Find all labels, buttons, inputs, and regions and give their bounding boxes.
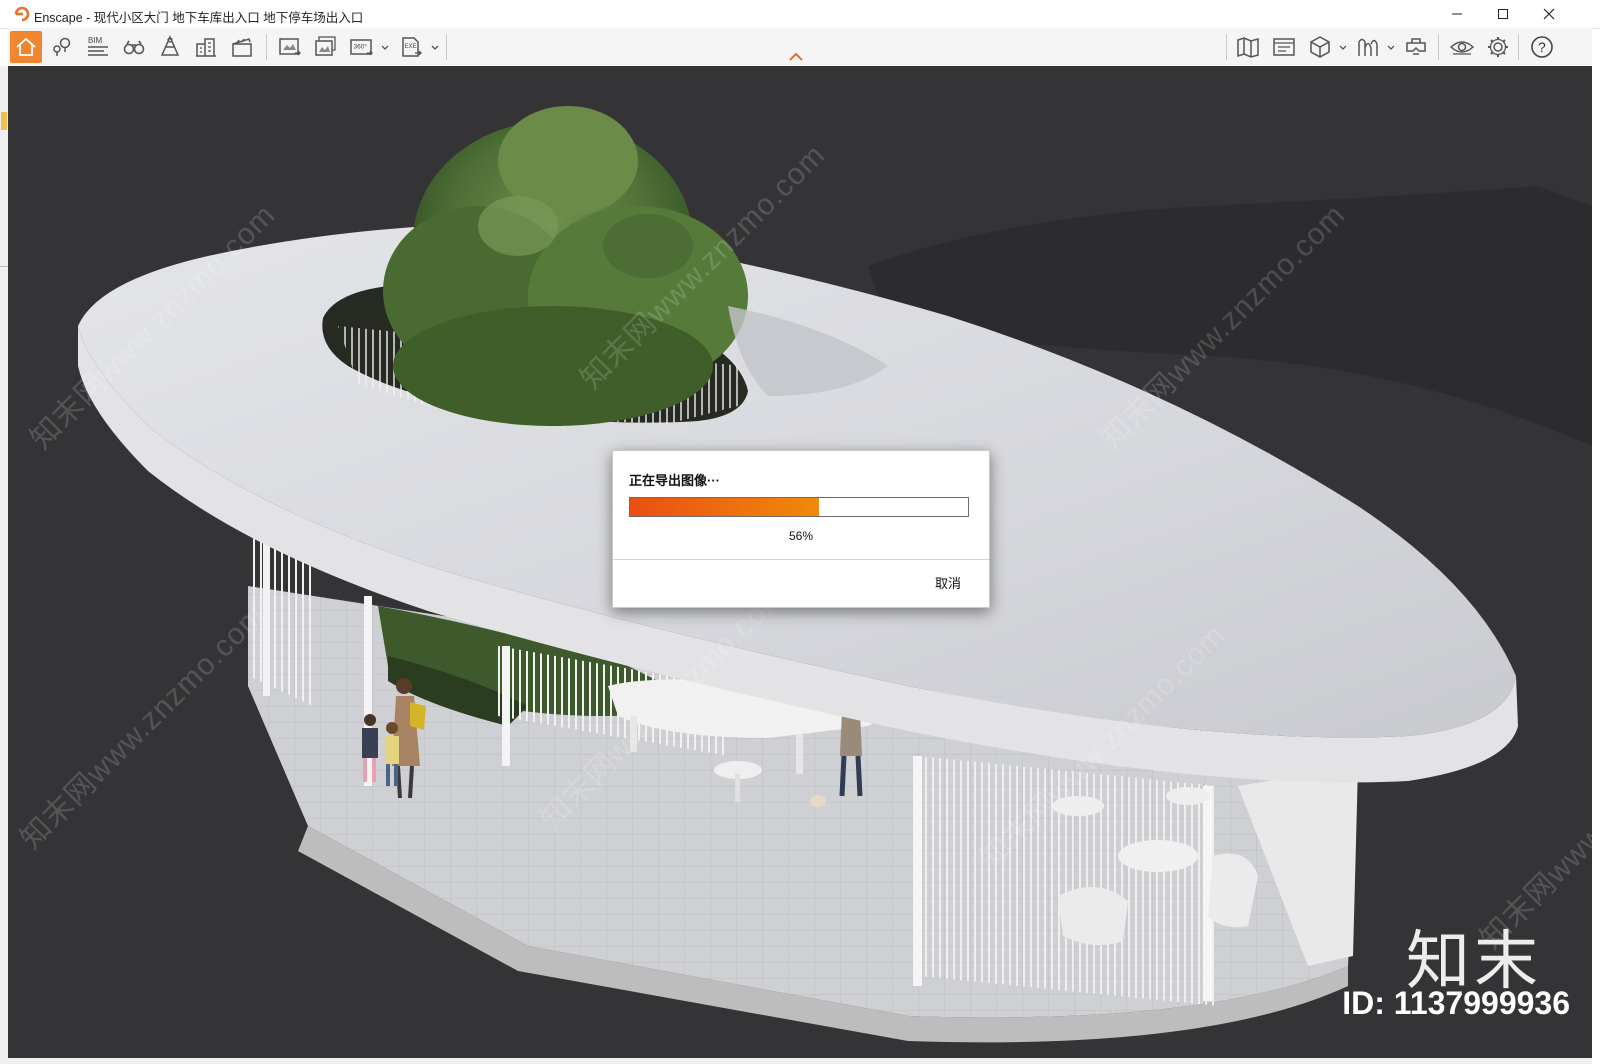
path-walk-dropdown-icon[interactable] (1386, 40, 1396, 54)
image-id-label: ID: 1137999936 (1342, 985, 1570, 1021)
toolbar-separator (1438, 34, 1439, 60)
maximize-button[interactable] (1480, 0, 1526, 28)
window-title: Enscape - 现代小区大门 地下车库出入口 地下停车场出入口 (34, 11, 364, 25)
settings-button[interactable] (1482, 31, 1514, 63)
progress-percentage: 56% (788, 529, 814, 543)
minimize-button[interactable] (1434, 0, 1480, 28)
dialog-title: 正在导出图像··· (629, 473, 720, 488)
progress-bar (629, 497, 969, 517)
close-button[interactable] (1526, 0, 1572, 28)
clapperboard-icon (232, 38, 252, 57)
svg-text:?: ? (1538, 39, 1546, 55)
cube-view-dropdown-icon[interactable] (1338, 40, 1348, 54)
buildings-button[interactable] (190, 31, 222, 63)
buildings-icon (196, 38, 216, 57)
enscape-logo-icon (14, 6, 30, 22)
binoculars-icon (123, 40, 145, 55)
toolbar-separator (1518, 34, 1519, 60)
help-icon: ? (1531, 36, 1553, 58)
toolbar-separator (446, 34, 447, 60)
exe-export-icon: EXE (402, 37, 422, 57)
binoculars-button[interactable] (118, 31, 150, 63)
home-icon (16, 37, 36, 56)
cone-asset-icon (160, 35, 180, 56)
view-management-icon (1273, 38, 1295, 56)
vr-headset-button[interactable] (1400, 31, 1432, 63)
bottom-border (8, 1058, 1592, 1064)
map-icon (1237, 37, 1259, 58)
visibility-button[interactable] (1446, 31, 1478, 63)
exe-dropdown-icon[interactable] (430, 40, 440, 54)
dialog-divider (613, 559, 989, 560)
svg-text:BIM: BIM (88, 36, 103, 45)
panorama-dropdown-icon[interactable] (380, 40, 390, 54)
screenshot-button[interactable] (274, 31, 306, 63)
gear-icon (1488, 37, 1508, 57)
screenshot-export-icon (279, 38, 301, 56)
panorama-360-icon: 360° (350, 39, 373, 56)
host-app-strip (0, 66, 8, 1064)
minimize-icon (1452, 13, 1462, 15)
cube-view-icon (1310, 36, 1330, 58)
vr-headset-icon (1406, 38, 1426, 55)
video-editor-button[interactable] (226, 31, 258, 63)
path-walk-icon (1358, 38, 1378, 56)
map-button[interactable] (1232, 31, 1264, 63)
batch-render-button[interactable] (310, 31, 342, 63)
collapse-toolbar-icon[interactable] (788, 52, 804, 62)
exe-export-button[interactable]: EXE (396, 31, 428, 63)
eye-visibility-icon (1449, 41, 1475, 55)
maximize-icon (1498, 9, 1508, 19)
bim-button[interactable]: BIM (82, 31, 114, 63)
export-progress-dialog: 正在导出图像··· 56% 取消 (612, 450, 990, 608)
progress-fill (630, 498, 820, 516)
location-pins-button[interactable] (46, 31, 78, 63)
title-bar: Enscape - 现代小区大门 地下车库出入口 地下停车场出入口 (0, 0, 1600, 29)
bim-icon: BIM (88, 36, 108, 56)
svg-text:360°: 360° (354, 43, 368, 51)
asset-library-button[interactable] (154, 31, 186, 63)
help-button[interactable]: ? (1526, 31, 1558, 63)
home-button[interactable] (10, 31, 42, 63)
cube-view-button[interactable] (1304, 31, 1336, 63)
close-icon (1543, 8, 1555, 20)
path-walk-button[interactable] (1352, 31, 1384, 63)
svg-text:EXE: EXE (405, 44, 417, 50)
batch-export-icon (315, 36, 336, 56)
toolbar-separator (1226, 34, 1227, 60)
panorama-button[interactable]: 360° (346, 31, 378, 63)
toolbar-separator (266, 34, 267, 60)
cancel-button[interactable]: 取消 (935, 573, 961, 592)
location-pins-icon (53, 37, 71, 56)
view-management-button[interactable] (1268, 31, 1300, 63)
